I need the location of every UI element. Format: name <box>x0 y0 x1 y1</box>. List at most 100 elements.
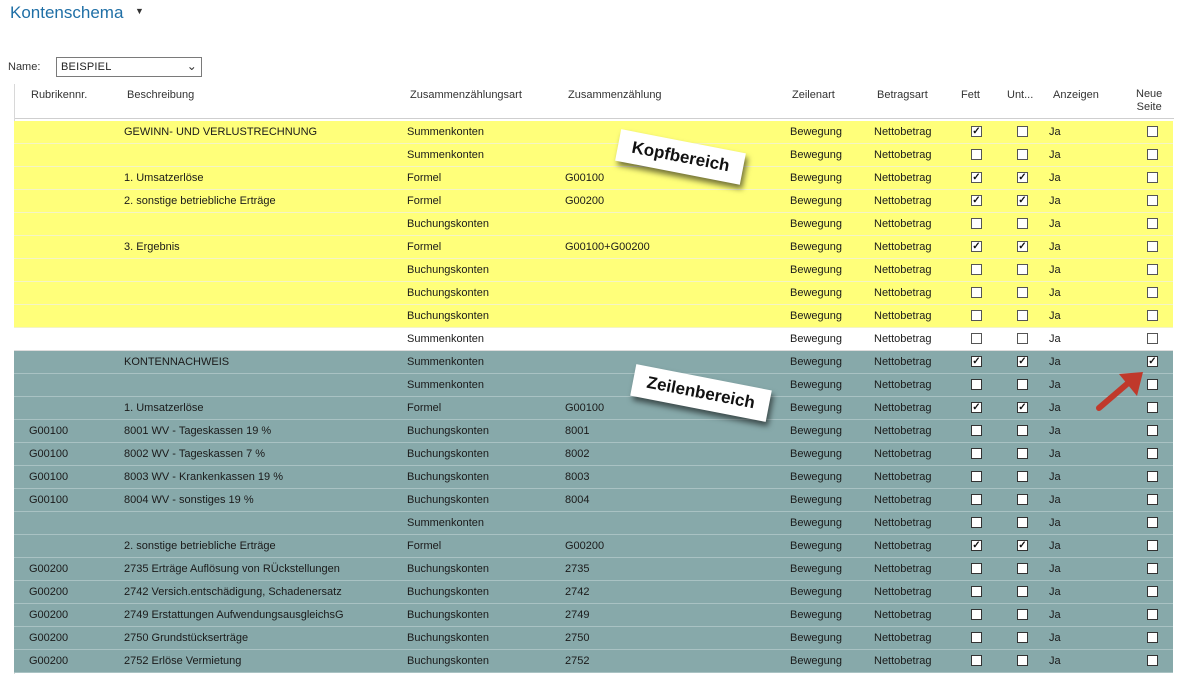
cell-zusammenzaehlungsart[interactable]: Buchungskonten <box>407 586 489 598</box>
checkbox-fett[interactable] <box>971 471 982 482</box>
cell-betragsart[interactable]: Nettobetrag <box>874 425 931 437</box>
checkbox-neue-seite[interactable] <box>1147 126 1158 137</box>
cell-betragsart[interactable]: Nettobetrag <box>874 471 931 483</box>
table-row[interactable]: Summenkonten Bewegung Nettobetrag Ja <box>14 512 1173 535</box>
cell-betragsart[interactable]: Nettobetrag <box>874 241 931 253</box>
column-header-zeilenart[interactable]: Zeilenart <box>792 89 835 101</box>
cell-beschreibung[interactable]: 1. Umsatzerlöse <box>124 402 203 414</box>
cell-beschreibung[interactable]: KONTENNACHWEIS <box>124 356 229 368</box>
cell-betragsart[interactable]: Nettobetrag <box>874 517 931 529</box>
cell-zusammenzaehlung[interactable]: 2752 <box>565 655 589 667</box>
cell-zeilenart[interactable]: Bewegung <box>790 149 842 161</box>
cell-zusammenzaehlung[interactable]: G00100+G00200 <box>565 241 650 253</box>
checkbox-neue-seite[interactable] <box>1147 448 1158 459</box>
cell-zeilenart[interactable]: Bewegung <box>790 402 842 414</box>
cell-zusammenzaehlung[interactable]: 2749 <box>565 609 589 621</box>
cell-zusammenzaehlung[interactable]: G00200 <box>565 195 604 207</box>
cell-betragsart[interactable]: Nettobetrag <box>874 333 931 345</box>
checkbox-fett[interactable]: ✓ <box>971 540 982 551</box>
checkbox-fett[interactable]: ✓ <box>971 172 982 183</box>
table-row[interactable]: G00100 8002 WV - Tageskassen 7 % Buchungsk… <box>14 443 1173 466</box>
cell-betragsart[interactable]: Nettobetrag <box>874 126 931 138</box>
cell-zeilenart[interactable]: Bewegung <box>790 563 842 575</box>
cell-zusammenzaehlung[interactable]: 8002 <box>565 448 589 460</box>
checkbox-unterstrichen[interactable] <box>1017 287 1028 298</box>
cell-anzeigen[interactable]: Ja <box>1049 195 1061 207</box>
cell-anzeigen[interactable]: Ja <box>1049 517 1061 529</box>
cell-zeilenart[interactable]: Bewegung <box>790 632 842 644</box>
checkbox-fett[interactable]: ✓ <box>971 356 982 367</box>
cell-rubrik[interactable]: G00100 <box>29 425 68 437</box>
cell-rubrik[interactable]: G00200 <box>29 632 68 644</box>
cell-beschreibung[interactable]: 2752 Erlöse Vermietung <box>124 655 241 667</box>
table-row[interactable]: 2. sonstige betriebliche Erträge Formel G0… <box>14 190 1173 213</box>
checkbox-neue-seite[interactable] <box>1147 471 1158 482</box>
cell-zusammenzaehlungsart[interactable]: Buchungskonten <box>407 264 489 276</box>
cell-anzeigen[interactable]: Ja <box>1049 126 1061 138</box>
checkbox-fett[interactable] <box>971 448 982 459</box>
cell-zeilenart[interactable]: Bewegung <box>790 586 842 598</box>
cell-anzeigen[interactable]: Ja <box>1049 287 1061 299</box>
checkbox-neue-seite[interactable] <box>1147 563 1158 574</box>
checkbox-unterstrichen[interactable]: ✓ <box>1017 540 1028 551</box>
cell-beschreibung[interactable]: 2735 Erträge Auflösung von RÜckstellunge… <box>124 563 340 575</box>
table-row[interactable]: 1. Umsatzerlöse Formel G00100 Bewegung Netto… <box>14 167 1173 190</box>
checkbox-unterstrichen[interactable] <box>1017 517 1028 528</box>
checkbox-unterstrichen[interactable] <box>1017 425 1028 436</box>
cell-zusammenzaehlungsart[interactable]: Formel <box>407 195 441 207</box>
cell-zusammenzaehlungsart[interactable]: Buchungskonten <box>407 471 489 483</box>
checkbox-unterstrichen[interactable] <box>1017 149 1028 160</box>
cell-zeilenart[interactable]: Bewegung <box>790 264 842 276</box>
cell-anzeigen[interactable]: Ja <box>1049 402 1061 414</box>
checkbox-unterstrichen[interactable] <box>1017 379 1028 390</box>
cell-beschreibung[interactable]: 8003 WV - Krankenkassen 19 % <box>124 471 283 483</box>
checkbox-unterstrichen[interactable] <box>1017 632 1028 643</box>
cell-rubrik[interactable]: G00200 <box>29 655 68 667</box>
cell-anzeigen[interactable]: Ja <box>1049 425 1061 437</box>
cell-betragsart[interactable]: Nettobetrag <box>874 448 931 460</box>
cell-zusammenzaehlungsart[interactable]: Buchungskonten <box>407 494 489 506</box>
caret-down-icon[interactable]: ▼ <box>135 6 144 16</box>
cell-rubrik[interactable]: G00200 <box>29 609 68 621</box>
cell-beschreibung[interactable]: 2. sonstige betriebliche Erträge <box>124 195 276 207</box>
cell-zusammenzaehlung[interactable]: 2742 <box>565 586 589 598</box>
cell-anzeigen[interactable]: Ja <box>1049 172 1061 184</box>
column-header-zusammenzaehlung[interactable]: Zusammenzählung <box>568 89 662 101</box>
cell-beschreibung[interactable]: 8001 WV - Tageskassen 19 % <box>124 425 271 437</box>
checkbox-unterstrichen[interactable] <box>1017 333 1028 344</box>
cell-betragsart[interactable]: Nettobetrag <box>874 609 931 621</box>
cell-zusammenzaehlungsart[interactable]: Buchungskonten <box>407 425 489 437</box>
cell-zusammenzaehlungsart[interactable]: Buchungskonten <box>407 310 489 322</box>
table-row[interactable]: G00200 2735 Erträge Auflösung von RÜckste… <box>14 558 1173 581</box>
cell-anzeigen[interactable]: Ja <box>1049 563 1061 575</box>
cell-betragsart[interactable]: Nettobetrag <box>874 563 931 575</box>
checkbox-unterstrichen[interactable] <box>1017 448 1028 459</box>
cell-zeilenart[interactable]: Bewegung <box>790 448 842 460</box>
cell-beschreibung[interactable]: 2749 Erstattungen AufwendungsausgleichsG <box>124 609 344 621</box>
table-row[interactable]: 2. sonstige betriebliche Erträge Formel G0… <box>14 535 1173 558</box>
checkbox-fett[interactable] <box>971 517 982 528</box>
cell-betragsart[interactable]: Nettobetrag <box>874 310 931 322</box>
checkbox-unterstrichen[interactable] <box>1017 586 1028 597</box>
cell-zusammenzaehlungsart[interactable]: Buchungskonten <box>407 448 489 460</box>
cell-anzeigen[interactable]: Ja <box>1049 448 1061 460</box>
checkbox-unterstrichen[interactable] <box>1017 264 1028 275</box>
checkbox-fett[interactable]: ✓ <box>971 241 982 252</box>
cell-anzeigen[interactable]: Ja <box>1049 149 1061 161</box>
cell-beschreibung[interactable]: GEWINN- UND VERLUSTRECHNUNG <box>124 126 317 138</box>
cell-zusammenzaehlungsart[interactable]: Buchungskonten <box>407 218 489 230</box>
checkbox-fett[interactable] <box>971 655 982 666</box>
page-title[interactable]: Kontenschema <box>10 3 123 23</box>
cell-anzeigen[interactable]: Ja <box>1049 632 1061 644</box>
cell-betragsart[interactable]: Nettobetrag <box>874 632 931 644</box>
cell-zusammenzaehlungsart[interactable]: Formel <box>407 540 441 552</box>
cell-zeilenart[interactable]: Bewegung <box>790 310 842 322</box>
column-header-beschreibung[interactable]: Beschreibung <box>127 89 194 101</box>
cell-beschreibung[interactable]: 1. Umsatzerlöse <box>124 172 203 184</box>
checkbox-unterstrichen[interactable]: ✓ <box>1017 241 1028 252</box>
checkbox-unterstrichen[interactable] <box>1017 655 1028 666</box>
cell-zusammenzaehlungsart[interactable]: Formel <box>407 241 441 253</box>
cell-zusammenzaehlungsart[interactable]: Buchungskonten <box>407 563 489 575</box>
cell-zusammenzaehlungsart[interactable]: Buchungskonten <box>407 287 489 299</box>
checkbox-fett[interactable]: ✓ <box>971 126 982 137</box>
